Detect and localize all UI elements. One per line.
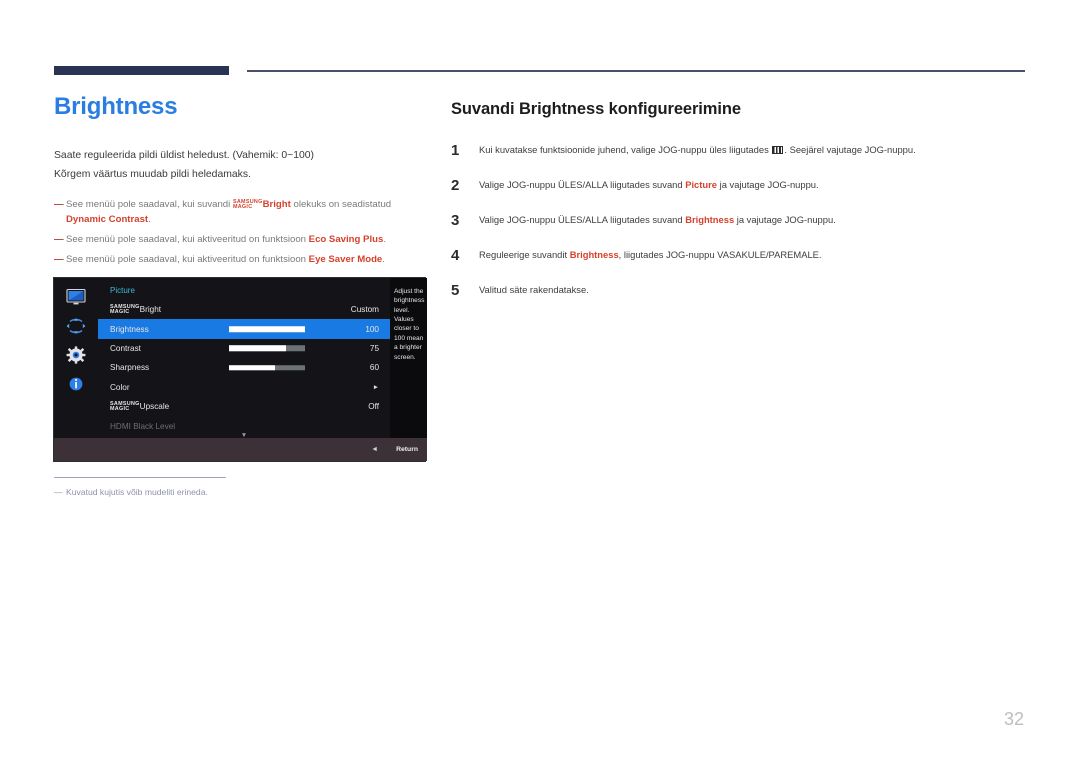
osd-slider-brightness[interactable] [229, 326, 305, 332]
osd-row-label: Contrast [110, 343, 141, 353]
osd-row-value: 60 [369, 363, 379, 373]
step-text-pre: Kui kuvatakse funktsioonide juhend, vali… [479, 144, 772, 155]
osd-main-panel: Picture SAMSUNG MAGIC Bright Custom Bright… [98, 278, 390, 440]
step-item-2: 2 Valige JOG-nuppu ÜLES/ALLA liigutades s… [451, 177, 1031, 194]
osd-row-label: HDMI Black Level [110, 421, 176, 431]
osd-menu-screenshot: Picture SAMSUNG MAGIC Bright Custom Bright… [53, 277, 427, 462]
note-dash: ― [54, 199, 64, 211]
step-number: 1 [451, 142, 460, 159]
osd-row-contrast[interactable]: Contrast 75 [98, 339, 390, 358]
samsung-magic-logo: SAMSUNG MAGIC [110, 304, 140, 315]
header-rule-thick [54, 66, 229, 75]
osd-row-value: 100 [365, 324, 379, 334]
osd-row-list: SAMSUNG MAGIC Bright Custom Brightness 100… [98, 300, 390, 436]
step-number: 2 [451, 177, 460, 195]
section-heading: Suvandi Brightness konfigureerimine [451, 100, 741, 118]
note-text-pre: See menüü pole saadaval, kui aktiveeritu… [66, 253, 309, 265]
step-text-post: ja vajutage JOG-nuppu. [717, 179, 819, 191]
note-text-pre: See menüü pole saadaval, kui suvandi [66, 199, 233, 211]
note-dash: ― [54, 233, 64, 245]
osd-row-magicupscale[interactable]: SAMSUNG MAGIC Upscale Off [98, 397, 390, 416]
step-item-1: 1 Kui kuvatakse funktsioonide juhend, val… [451, 142, 1031, 159]
osd-slider-sharpness[interactable] [229, 365, 305, 371]
step-highlight: Brightness [569, 249, 619, 261]
osd-row-value: Custom [350, 305, 379, 315]
osd-panel-title: Picture [110, 286, 135, 295]
move-arrows-icon[interactable] [65, 317, 87, 335]
return-label[interactable]: Return [396, 446, 418, 453]
magic-line-bottom: MAGIC [232, 204, 253, 211]
manual-page: Brightness Saate reguleerida pildi üldis… [0, 0, 1080, 763]
right-column: Suvandi Brightness konfigureerimine 1 Kui… [451, 100, 1031, 319]
step-item-3: 3 Valige JOG-nuppu ÜLES/ALLA liigutades s… [451, 212, 1031, 229]
image-note: ― Kuvatud kujutis võib mudeliti erineda. [54, 487, 208, 497]
chevron-right-icon: ► [372, 383, 379, 391]
magic-line-bottom: MAGIC [110, 405, 130, 412]
note-dash: ― [54, 253, 64, 265]
step-text-pre: Valitud säte rakendatakse. [479, 284, 589, 296]
image-note-rule [54, 477, 226, 479]
note-text-mid: olekuks on seadistatud [290, 199, 392, 211]
display-icon[interactable] [65, 288, 87, 306]
note-highlight: Eye Saver Mode [308, 253, 383, 265]
header-rule-thin [247, 70, 1025, 72]
note-highlight: Dynamic Contrast [66, 213, 149, 225]
osd-row-value: 75 [369, 343, 379, 353]
osd-row-label: Brightness [110, 324, 149, 334]
notes-list: ― See menüü pole saadaval, kui suvandi SA… [54, 198, 429, 267]
osd-row-label: Color [110, 382, 130, 392]
note-item: ― See menüü pole saadaval, kui aktiveerit… [54, 253, 429, 268]
step-item-4: 4 Reguleerige suvandit Brightness, liigut… [451, 247, 1031, 264]
magic-suffix: Bright [139, 304, 162, 314]
step-text-post: , liigutades JOG-nuppu VASAKULE/PAREMALE… [618, 249, 822, 261]
gear-icon[interactable] [65, 346, 87, 364]
osd-row-label: Sharpness [110, 363, 150, 373]
step-number: 4 [451, 247, 460, 265]
osd-bottom-bar: ◄ Return [54, 438, 427, 461]
page-number: 32 [1003, 709, 1024, 729]
image-note-dash: ― [54, 487, 63, 497]
osd-row-label: SAMSUNG MAGIC Upscale [110, 401, 170, 412]
page-title: Brightness [54, 93, 178, 120]
note-text-pre: See menüü pole saadaval, kui aktiveeritu… [66, 233, 309, 245]
step-text-post: . Seejärel vajutage JOG-nuppu. [784, 144, 916, 155]
note-highlight: Eco Saving Plus [308, 233, 384, 245]
left-column: Brightness Saate reguleerida pildi üldis… [54, 93, 429, 273]
step-highlight: Picture [685, 179, 717, 191]
note-text-post: . [383, 233, 386, 245]
osd-description-panel: Adjust the brightness level. Values clos… [390, 278, 427, 440]
step-number: 3 [451, 212, 460, 230]
step-highlight: Brightness [685, 214, 735, 226]
samsung-magic-logo: SAMSUNG MAGIC [232, 199, 263, 211]
back-arrow-icon[interactable]: ◄ [371, 446, 378, 453]
body-paragraph-2: Kõrgem väärtus muudab pildi heledamaks. [54, 169, 251, 181]
step-text-pre: Valige JOG-nuppu ÜLES/ALLA liigutades su… [479, 214, 686, 226]
step-item-5: 5 Valitud säte rakendatakse. [451, 282, 1031, 299]
osd-row-sharpness[interactable]: Sharpness 60 [98, 358, 390, 377]
note-text-post: . [382, 253, 385, 265]
samsung-magic-logo: SAMSUNG MAGIC [110, 401, 140, 412]
osd-sidebar [54, 278, 98, 440]
osd-row-value: Off [368, 402, 379, 412]
menu-icon [772, 146, 784, 154]
magic-suffix: Upscale [139, 401, 170, 411]
osd-row-brightness[interactable]: Brightness 100 [98, 319, 390, 339]
osd-slider-contrast[interactable] [229, 345, 305, 352]
note-item: ― See menüü pole saadaval, kui suvandi SA… [54, 198, 429, 228]
magic-line-bottom: MAGIC [110, 308, 130, 315]
body-paragraph-1: Saate reguleerida pildi üldist heledust.… [54, 150, 315, 162]
note-text-post: . [148, 213, 151, 225]
step-number: 5 [451, 282, 460, 300]
osd-row-label: SAMSUNG MAGIC Bright [110, 304, 162, 315]
image-note-text: Kuvatud kujutis võib mudeliti erineda. [66, 487, 208, 497]
info-icon[interactable] [65, 375, 87, 393]
step-text-post: ja vajutage JOG-nuppu. [734, 214, 836, 226]
osd-row-magicbright[interactable]: SAMSUNG MAGIC Bright Custom [98, 300, 390, 319]
note-magic-suffix: Bright [262, 199, 291, 211]
step-text-pre: Valige JOG-nuppu ÜLES/ALLA liigutades su… [479, 179, 686, 191]
osd-row-color[interactable]: Color ► [98, 378, 390, 397]
step-text-pre: Reguleerige suvandit [479, 249, 570, 261]
note-item: ― See menüü pole saadaval, kui aktiveerit… [54, 233, 429, 248]
